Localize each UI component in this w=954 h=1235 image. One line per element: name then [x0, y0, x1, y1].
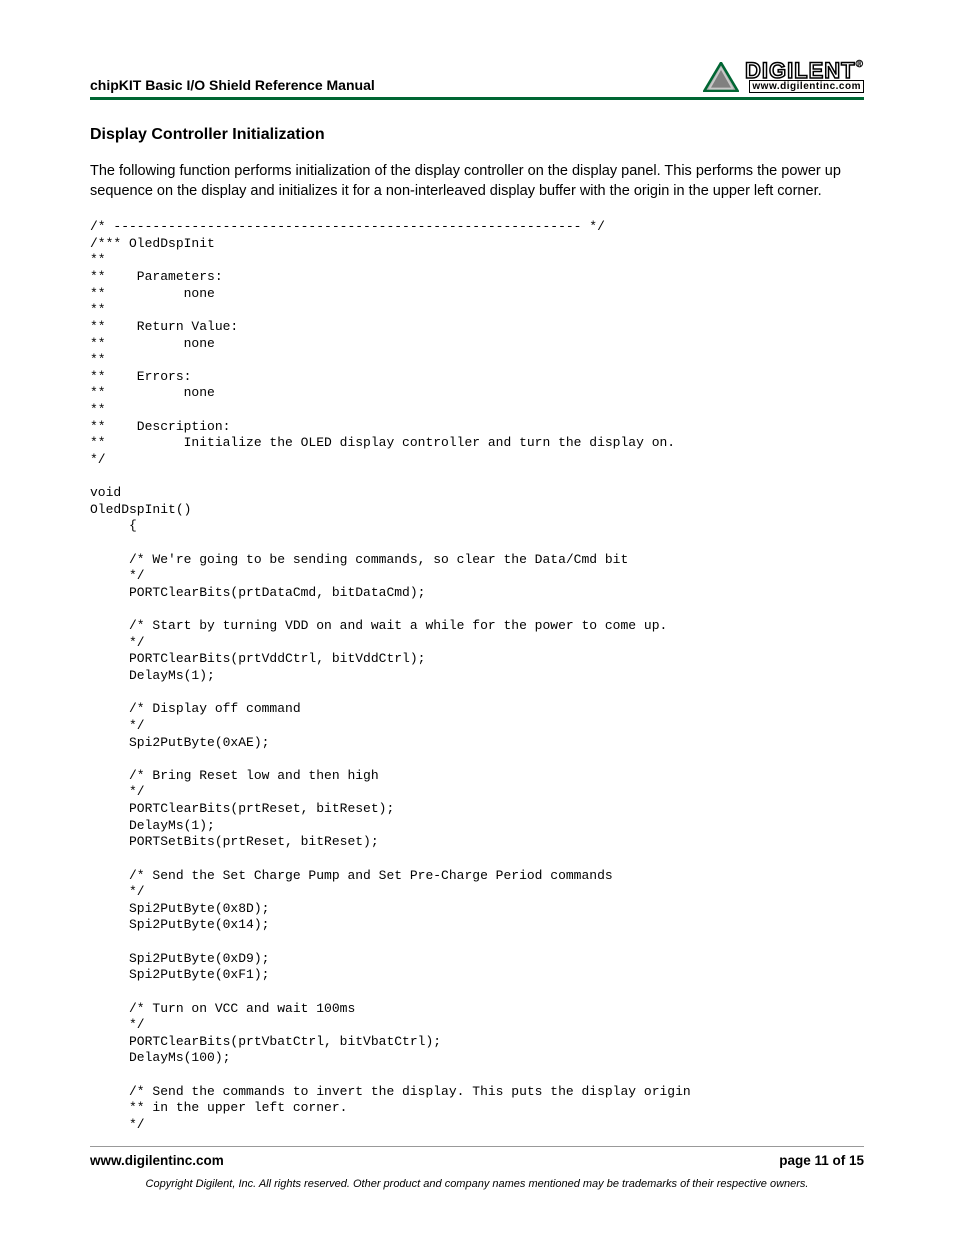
logo-brand-text: DIGILENT® [745, 60, 864, 82]
code-block: /* -------------------------------------… [90, 219, 864, 1133]
footer-page: page 11 of 15 [779, 1153, 864, 1168]
header-title: chipKIT Basic I/O Shield Reference Manua… [90, 77, 375, 93]
section-title: Display Controller Initialization [90, 126, 864, 144]
footer-url: www.digilentinc.com [90, 1153, 224, 1168]
section-body: The following function performs initiali… [90, 162, 864, 201]
page-header: chipKIT Basic I/O Shield Reference Manua… [90, 60, 864, 93]
logo-triangle-icon [703, 62, 739, 92]
digilent-logo: DIGILENT® www.digilentinc.com [703, 60, 864, 93]
logo-url-text: www.digilentinc.com [749, 80, 864, 93]
footer-row: www.digilentinc.com page 11 of 15 [90, 1146, 864, 1168]
header-divider [90, 97, 864, 100]
document-page: chipKIT Basic I/O Shield Reference Manua… [0, 0, 954, 1230]
footer-copyright: Copyright Digilent, Inc. All rights rese… [90, 1178, 864, 1190]
